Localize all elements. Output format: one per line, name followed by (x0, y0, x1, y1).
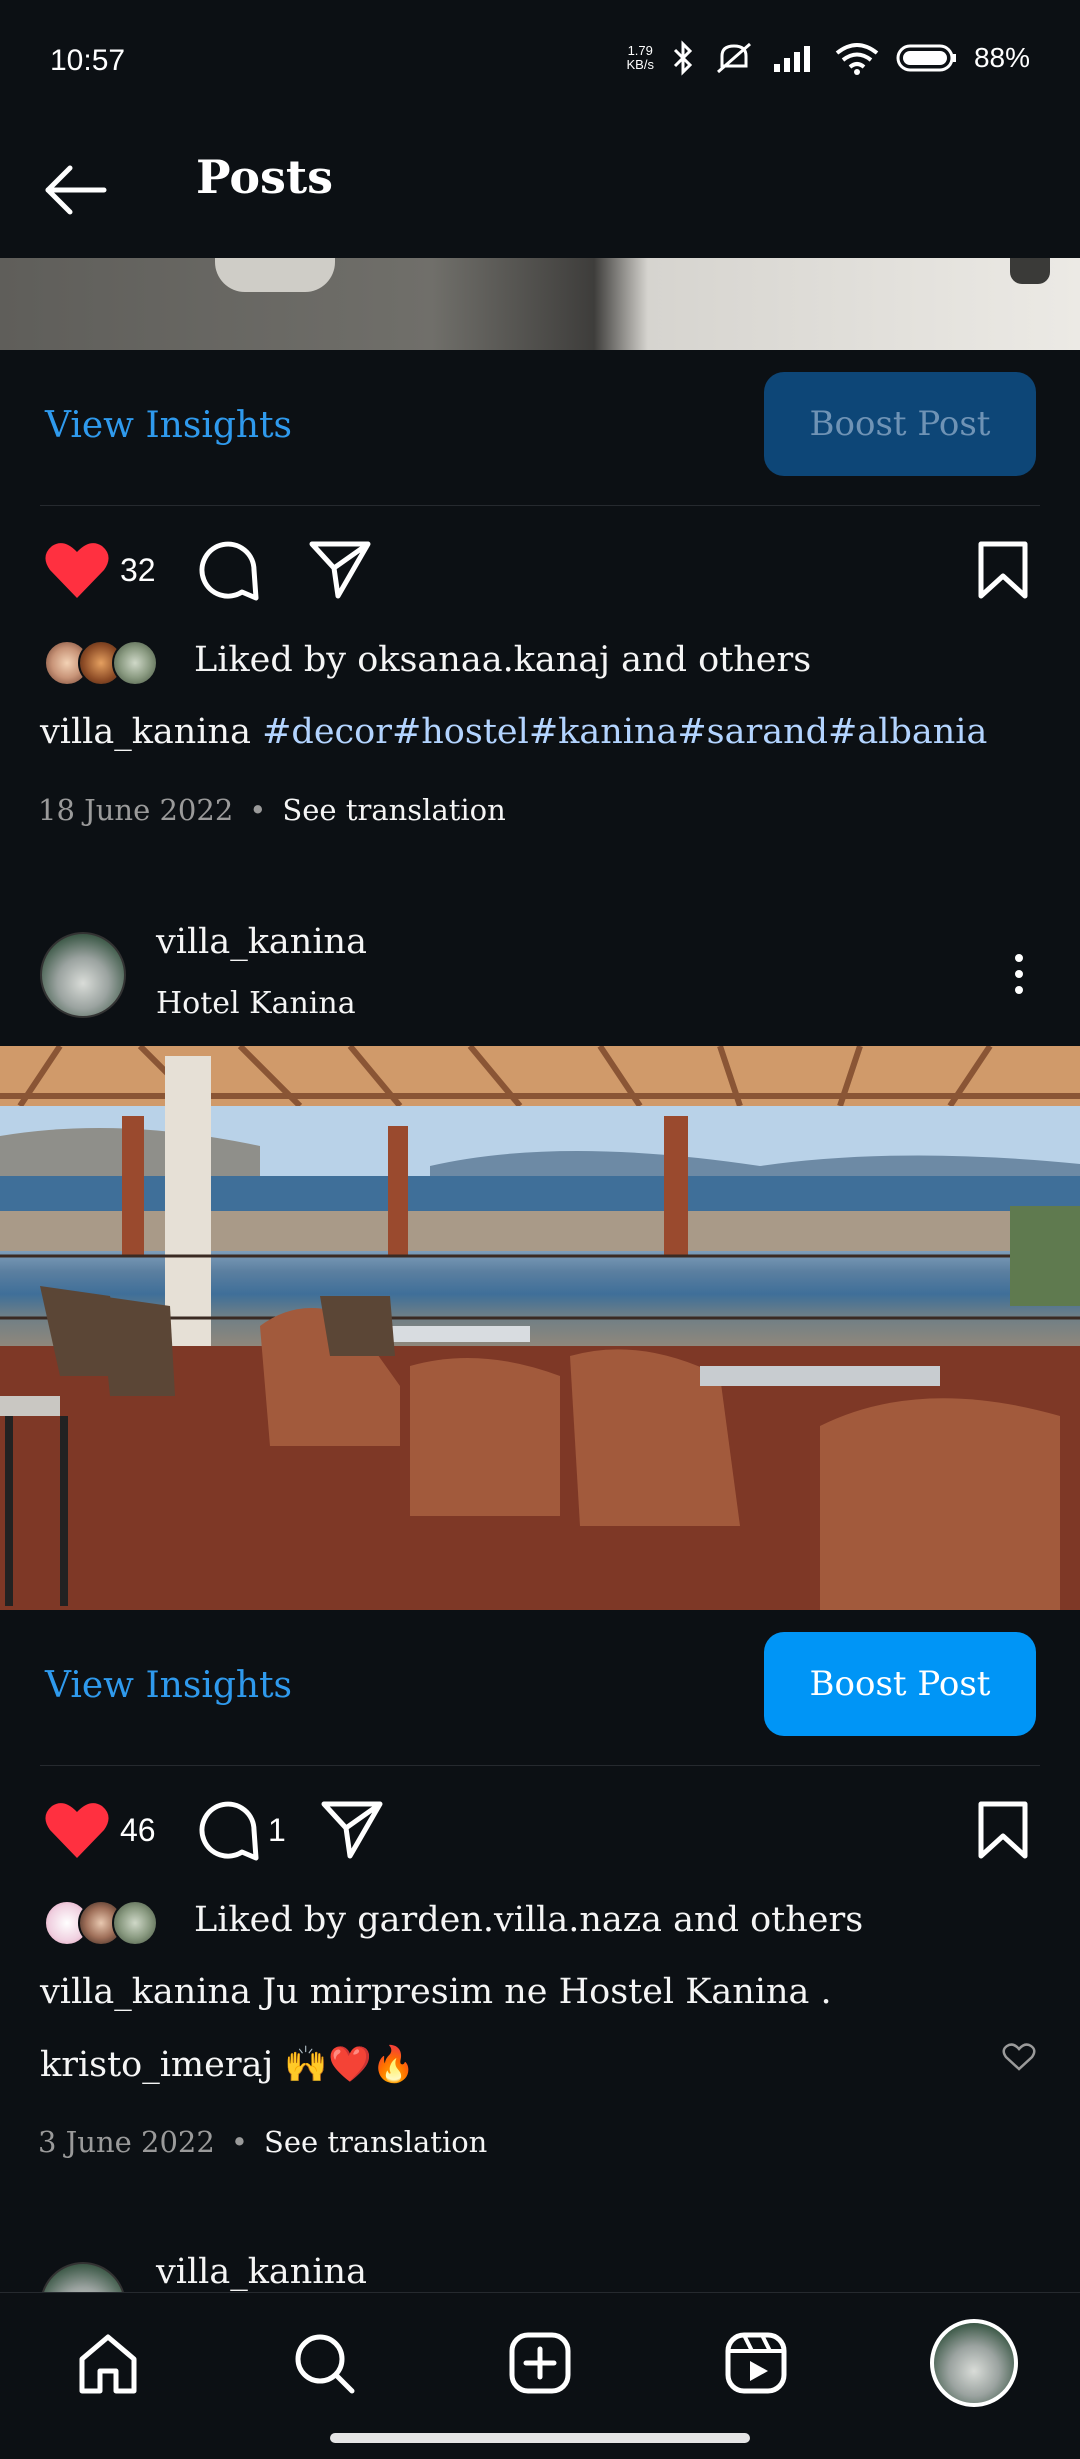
bottom-nav (0, 2292, 1080, 2459)
caption-username[interactable]: villa_kanina (40, 1972, 251, 2012)
reels-icon[interactable] (720, 2327, 792, 2399)
view-insights-link[interactable]: View Insights (45, 1665, 292, 1706)
net-speed-unit: KB/s (626, 57, 654, 72)
mute-icon (716, 42, 751, 74)
profile-icon[interactable] (930, 2319, 1018, 2407)
share-icon[interactable] (308, 538, 372, 600)
battery-level: 88% (973, 42, 1030, 73)
liked-by-text[interactable]: Liked by oksanaa.kanaj and others (194, 640, 811, 680)
comment-like-icon[interactable] (1002, 2042, 1036, 2072)
liked-by-text[interactable]: Liked by garden.villa.naza and others (194, 1900, 863, 1940)
signal-icon (773, 46, 810, 72)
view-insights-link[interactable]: View Insights (45, 405, 292, 446)
comment-count[interactable]: 1 (268, 1812, 286, 1849)
net-speed: 1.79 KB/s (626, 44, 653, 72)
comment-username[interactable]: kristo_imeraj (40, 2045, 273, 2085)
wifi-icon (835, 43, 879, 75)
gesture-bar[interactable] (330, 2433, 750, 2443)
avatar (112, 1900, 158, 1946)
like-count[interactable]: 32 (120, 552, 156, 589)
boost-post-button[interactable]: Boost Post (764, 372, 1036, 476)
comment-icon[interactable] (196, 1798, 260, 1862)
comment-row: kristo_imeraj 🙌❤️🔥 (40, 2044, 415, 2085)
divider (40, 1765, 1040, 1766)
terrace-photo (0, 1046, 1080, 1610)
post-date: 3 June 2022 (38, 2125, 215, 2159)
search-icon[interactable] (288, 2327, 360, 2399)
page-title: Posts (196, 150, 334, 204)
status-bar: 10:57 1.79 KB/s 88% (0, 0, 1080, 120)
heart-icon[interactable] (44, 1800, 110, 1860)
caption-text: Ju mirpresim ne Hostel Kanina . (262, 1972, 832, 2012)
divider (40, 505, 1040, 506)
post2-image[interactable] (0, 1046, 1080, 1610)
share-icon[interactable] (320, 1798, 384, 1860)
avatar (112, 640, 158, 686)
home-icon[interactable] (72, 2327, 144, 2399)
top-bar: Posts (0, 120, 1080, 260)
create-icon[interactable] (504, 2327, 576, 2399)
liked-by-avatars[interactable] (44, 640, 158, 686)
battery-icon (896, 44, 956, 72)
boost-post-button[interactable]: Boost Post (764, 1632, 1036, 1736)
more-icon[interactable] (1004, 950, 1034, 998)
see-translation-link[interactable]: See translation (282, 793, 505, 827)
comment-text: 🙌❤️🔥 (284, 2045, 416, 2085)
see-translation-link[interactable]: See translation (264, 2125, 487, 2159)
comment-icon[interactable] (196, 538, 260, 602)
bookmark-icon[interactable] (976, 540, 1030, 600)
post-username[interactable]: villa_kanina (156, 922, 367, 962)
post-date: 18 June 2022 (38, 793, 234, 827)
post-caption: villa_kanina Ju mirpresim ne Hostel Kani… (40, 1972, 832, 2012)
caption-hashtags[interactable]: #decor#hostel#kanina#sarand#albania (262, 712, 987, 752)
status-icons: 1.79 KB/s 88% (626, 40, 1030, 76)
back-arrow-icon[interactable] (40, 160, 110, 220)
status-time: 10:57 (50, 44, 126, 77)
post-caption: villa_kanina #decor#hostel#kanina#sarand… (40, 712, 987, 752)
post-meta: 18 June 2022 • See translation (38, 793, 506, 827)
post-author-avatar[interactable] (40, 932, 126, 1018)
like-count[interactable]: 46 (120, 1812, 156, 1849)
caption-username[interactable]: villa_kanina (40, 712, 251, 752)
bluetooth-icon (673, 40, 693, 76)
bookmark-icon[interactable] (976, 1800, 1030, 1860)
post-username[interactable]: villa_kanina (156, 2252, 367, 2292)
net-speed-value: 1.79 (627, 43, 653, 58)
post1-image[interactable] (0, 258, 1080, 350)
post-location[interactable]: Hotel Kanina (156, 986, 356, 1021)
heart-icon[interactable] (44, 540, 110, 600)
liked-by-avatars[interactable] (44, 1900, 158, 1946)
post-meta: 3 June 2022 • See translation (38, 2125, 488, 2159)
